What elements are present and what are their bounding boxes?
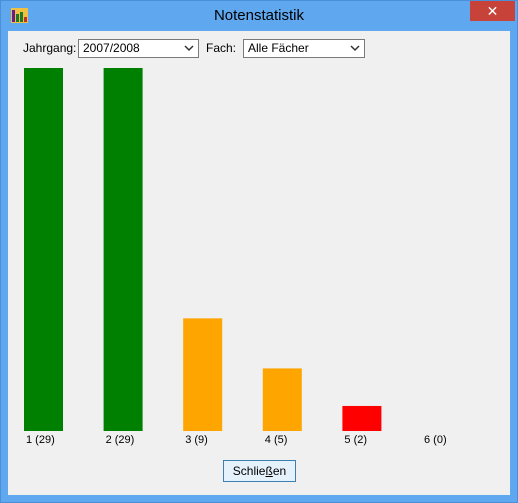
- grade-bar-label-5: 5 (2): [344, 434, 367, 446]
- title-bar[interactable]: Notenstatistik ✕: [1, 1, 517, 31]
- grade-bar-label-4: 4 (5): [265, 434, 288, 446]
- window-close-button[interactable]: ✕: [470, 1, 515, 21]
- grade-bar-label-2: 2 (29): [106, 434, 135, 446]
- grade-bar-label-3: 3 (9): [185, 434, 208, 446]
- grade-bar-1: [24, 68, 63, 431]
- grade-bar-4: [262, 368, 302, 431]
- grade-distribution-chart: 1 (29) 2 (29) 3 (9) 4 (5) 5 (2) 6 (0): [24, 68, 447, 446]
- grade-bar-5: [342, 405, 382, 431]
- dialog-client-area: Jahrgang: 2007/2008 Fach: Alle Fächer 1 …: [8, 31, 510, 495]
- close-icon: ✕: [486, 3, 499, 19]
- close-button-label: Schließen: [232, 464, 287, 478]
- notenstatistik-window: Notenstatistik ✕ Jahrgang: 2007/2008 Fac…: [0, 0, 518, 503]
- grade-bar-label-1: 1 (29): [26, 434, 55, 446]
- grade-bar-label-6: 6 (0): [424, 434, 447, 446]
- window-title: Notenstatistik: [213, 7, 305, 24]
- grade-bar-3: [183, 318, 223, 431]
- close-dialog-button[interactable]: Schließen: [223, 460, 296, 482]
- grade-bar-2: [103, 68, 143, 431]
